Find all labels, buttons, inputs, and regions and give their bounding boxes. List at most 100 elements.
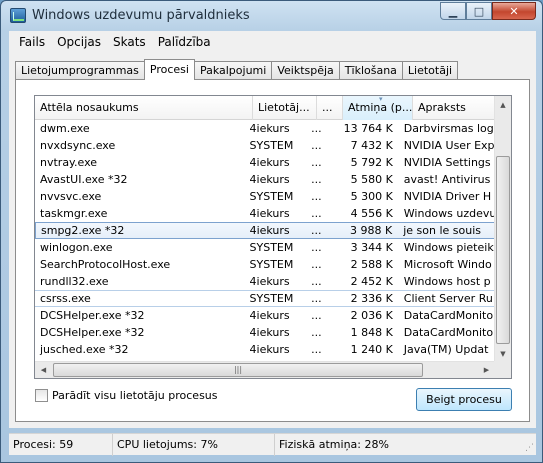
process-memory-cell: 2 336 K — [350, 292, 393, 305]
table-row[interactable]: SearchProtocolHost.exe SYSTEM... 2 588 K Mi… — [35, 256, 495, 273]
process-cpu-cell: ... — [311, 326, 322, 339]
process-cpu-cell: ... — [311, 343, 322, 356]
process-memory-cell: 1 848 K — [350, 326, 393, 339]
process-description-cell: Windows uzdevu — [403, 207, 495, 220]
table-row[interactable]: nvxdsync.exe SYSTEM... 7 432 K NVIDIA User … — [35, 137, 495, 154]
process-description-cell: NVIDIA User Exp — [403, 139, 495, 152]
vertical-scroll-thumb[interactable] — [496, 156, 510, 344]
table-row[interactable]: smpg2.exe *32 4iekurs... 3 988 K je son le … — [35, 222, 495, 239]
status-memory: Fiziskā atmiņa: 28% — [279, 438, 389, 451]
table-row[interactable]: nvtray.exe 4iekurs... 5 792 K NVIDIA Settin… — [35, 154, 495, 171]
horizontal-scroll-thumb[interactable]: ||| — [53, 363, 423, 377]
process-name-cell: nvvsvc.exe — [40, 190, 102, 203]
process-description-cell: Client Server Ru — [403, 292, 493, 305]
status-bar: Procesi: 59 CPU lietojums: 7% Fiziskā at… — [9, 433, 536, 456]
process-name-cell: jusched.exe *32 — [40, 343, 129, 356]
process-memory-cell: 2 588 K — [350, 258, 393, 271]
process-description-cell: je son le souis — [403, 224, 482, 237]
process-memory-cell: 4 556 K — [350, 207, 393, 220]
scrollbar-corner — [494, 361, 511, 378]
process-user-cell: 4iekurs — [249, 173, 290, 186]
menu-bar: Fails Opcijas Skats Palīdzība — [9, 31, 536, 53]
status-cpu: CPU lietojums: 7% — [113, 434, 275, 456]
tab-users[interactable]: Lietotāji — [401, 61, 459, 80]
process-name-cell: csrss.exe — [40, 292, 91, 305]
table-row[interactable]: dwm.exe 4iekurs... 13 764 K Darbvirsmas log… — [35, 120, 495, 137]
process-description-cell: DataCardMonito — [403, 326, 494, 339]
process-cpu-cell: ... — [311, 241, 322, 254]
process-description-cell: Java(TM) Updat — [403, 343, 489, 356]
column-image-name[interactable]: Attēla nosaukums — [35, 96, 253, 120]
process-description-cell: Windows host p — [403, 275, 491, 288]
process-list[interactable]: Attēla nosaukums Lietotāj... ... ▾ Atmiņ… — [34, 95, 512, 379]
tab-strip: Lietojumprogrammas Procesi Pakalpojumi V… — [15, 59, 459, 80]
tab-services[interactable]: Pakalpojumi — [193, 61, 273, 80]
process-user-cell: 4iekurs — [249, 343, 290, 356]
process-description-cell: Darbvirsmas logu — [403, 122, 495, 135]
window-title: Windows uzdevumu pārvaldnieks — [32, 8, 250, 23]
show-all-users-label: Parādīt visu lietotāju procesus — [52, 389, 218, 402]
tab-applications[interactable]: Lietojumprogrammas — [15, 61, 145, 80]
title-bar[interactable]: Windows uzdevumu pārvaldnieks ▁ □ ✕ — [1, 1, 542, 31]
end-process-button[interactable]: Beigt procesu — [416, 388, 512, 411]
menu-options[interactable]: Opcijas — [51, 35, 107, 49]
resize-grip-icon[interactable]: ⋰ — [525, 443, 534, 453]
process-memory-cell: 1 240 K — [350, 343, 393, 356]
close-button[interactable]: ✕ — [492, 2, 536, 20]
scroll-right-arrow-icon[interactable]: ▶ — [478, 362, 495, 378]
column-cpu[interactable]: ... — [317, 96, 343, 120]
maximize-button[interactable]: □ — [466, 2, 492, 20]
task-manager-icon — [10, 8, 26, 23]
process-user-cell: SYSTEM — [249, 139, 294, 152]
menu-file[interactable]: Fails — [13, 35, 51, 49]
process-cpu-cell: ... — [311, 258, 322, 271]
process-cpu-cell: ... — [311, 122, 322, 135]
tab-processes[interactable]: Procesi — [143, 59, 195, 80]
tab-networking[interactable]: Tīklošana — [338, 61, 403, 80]
scroll-down-arrow-icon[interactable]: ▼ — [495, 345, 511, 362]
table-row[interactable]: taskmgr.exe 4iekurs... 4 556 K Windows uzde… — [35, 205, 495, 222]
process-cpu-cell: ... — [311, 156, 322, 169]
process-name-cell: rundll32.exe — [40, 275, 109, 288]
sort-descending-icon: ▾ — [379, 96, 383, 103]
process-cpu-cell: ... — [311, 309, 322, 322]
process-description-cell: Microsoft Windo — [403, 258, 492, 271]
process-name-cell: winlogon.exe — [40, 241, 113, 254]
process-user-cell: 4iekurs — [249, 309, 290, 322]
table-row[interactable]: rundll32.exe 4iekurs... 2 452 K Windows hos… — [35, 273, 495, 290]
process-name-cell: SearchProtocolHost.exe — [40, 258, 171, 271]
process-memory-cell: 5 792 K — [350, 156, 393, 169]
scroll-left-arrow-icon[interactable]: ◀ — [35, 362, 52, 378]
process-name-cell: smpg2.exe *32 — [41, 224, 125, 237]
table-row[interactable]: csrss.exe SYSTEM... 2 336 K Client Server R… — [35, 290, 495, 307]
process-user-cell: 4iekurs — [249, 122, 290, 135]
table-row[interactable]: winlogon.exe SYSTEM... 3 344 K Windows piet… — [35, 239, 495, 256]
process-description-cell: NVIDIA Settings — [403, 156, 491, 169]
show-all-users-checkbox[interactable] — [35, 389, 48, 402]
column-memory[interactable]: ▾ Atmiņa (p... — [343, 96, 413, 120]
task-manager-window: Windows uzdevumu pārvaldnieks ▁ □ ✕ Fail… — [0, 0, 543, 463]
table-row[interactable]: DCSHelper.exe *32 4iekurs... 1 848 K DataCa… — [35, 324, 495, 341]
list-header: Attēla nosaukums Lietotāj... ... ▾ Atmiņ… — [35, 96, 511, 120]
menu-help[interactable]: Palīdzība — [152, 35, 217, 49]
process-user-cell: 4iekurs — [249, 224, 290, 237]
show-all-users-option[interactable]: Parādīt visu lietotāju procesus — [35, 389, 218, 402]
minimize-button[interactable]: ▁ — [440, 2, 466, 20]
column-user[interactable]: Lietotāj... — [253, 96, 317, 120]
process-name-cell: AvastUI.exe *32 — [40, 173, 128, 186]
process-cpu-cell: ... — [311, 190, 322, 203]
table-row[interactable]: nvvsvc.exe SYSTEM... 5 300 K NVIDIA Driver … — [35, 188, 495, 205]
process-user-cell: SYSTEM — [249, 190, 294, 203]
table-row[interactable]: AvastUI.exe *32 4iekurs... 5 580 K avast! A… — [35, 171, 495, 188]
table-row[interactable]: DCSHelper.exe *32 4iekurs... 2 036 K DataCa… — [35, 307, 495, 324]
table-row[interactable]: jusched.exe *32 4iekurs... 1 240 K Java(TM)… — [35, 341, 495, 358]
menu-view[interactable]: Skats — [107, 35, 152, 49]
process-memory-cell: 2 452 K — [350, 275, 393, 288]
vertical-scrollbar[interactable]: ▲ ▼ — [494, 96, 511, 362]
process-name-cell: nvtray.exe — [40, 156, 98, 169]
tab-performance[interactable]: Veiktspēja — [271, 61, 340, 80]
process-memory-cell: 5 300 K — [350, 190, 393, 203]
horizontal-scrollbar[interactable]: ◀ ||| ▶ — [35, 361, 495, 378]
scroll-up-arrow-icon[interactable]: ▲ — [495, 96, 511, 113]
process-name-cell: taskmgr.exe — [40, 207, 108, 220]
